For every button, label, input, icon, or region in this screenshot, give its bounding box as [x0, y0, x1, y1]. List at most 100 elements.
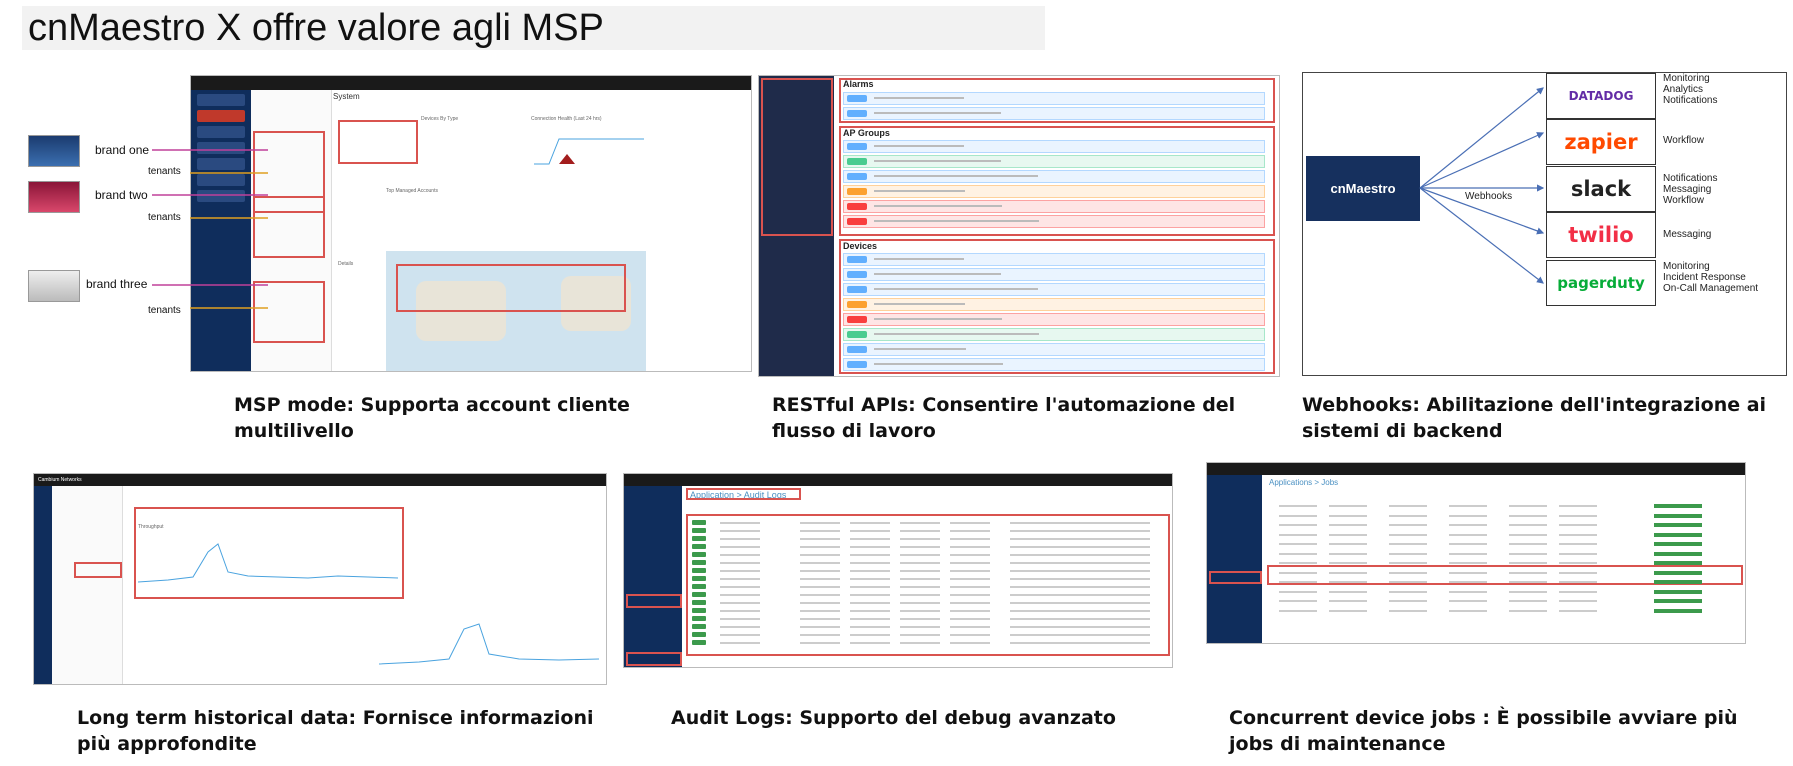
audit-log-row[interactable] [690, 560, 1166, 566]
audit-cell [1010, 586, 1150, 588]
audit-log-row[interactable] [690, 640, 1166, 646]
job-row[interactable] [1269, 541, 1739, 548]
job-cell [1559, 590, 1597, 593]
job-row[interactable] [1269, 598, 1739, 605]
job-row[interactable] [1269, 589, 1739, 596]
api-endpoint-row[interactable] [843, 313, 1265, 326]
job-cell [1559, 505, 1597, 507]
audit-log-row[interactable] [690, 632, 1166, 638]
job-row[interactable] [1269, 570, 1739, 577]
job-cell [1449, 581, 1487, 583]
job-cell [1559, 514, 1597, 517]
caption-concurrent-jobs: Concurrent device jobs : È possibile avv… [1229, 707, 1738, 755]
audit-cell [900, 538, 940, 540]
api-endpoint-row[interactable] [843, 107, 1265, 120]
audit-cell [900, 602, 940, 604]
job-cell [1389, 609, 1427, 612]
audit-cell [1010, 618, 1150, 620]
api-endpoint-path [874, 273, 1001, 275]
audit-cell [720, 546, 760, 548]
api-endpoint-row[interactable] [843, 298, 1265, 311]
api-endpoint-path [874, 160, 1001, 162]
job-cell [1509, 524, 1547, 526]
audit-log-row[interactable] [690, 592, 1166, 598]
job-row[interactable] [1269, 522, 1739, 529]
job-row[interactable] [1269, 532, 1739, 539]
job-row[interactable] [1269, 551, 1739, 558]
slack-desc-1: Notifications [1663, 173, 1718, 184]
jobs-sidebar-highlight [1209, 571, 1262, 584]
audit-log-row[interactable] [690, 544, 1166, 550]
datadog-desc-3: Notifications [1663, 95, 1718, 106]
api-endpoint-row[interactable] [843, 200, 1265, 213]
job-row[interactable] [1269, 560, 1739, 567]
audit-log-row[interactable] [690, 552, 1166, 558]
api-endpoint-row[interactable] [843, 185, 1265, 198]
job-row[interactable] [1269, 513, 1739, 520]
audit-log-row[interactable] [690, 576, 1166, 582]
audit-cell [720, 570, 760, 572]
audit-cell [1010, 610, 1150, 612]
audit-status-badge [692, 552, 706, 557]
api-endpoint-row[interactable] [843, 140, 1265, 153]
job-cell [1329, 514, 1367, 517]
api-endpoint-row[interactable] [843, 343, 1265, 356]
api-endpoint-row[interactable] [843, 155, 1265, 168]
audit-status-badge [692, 632, 706, 637]
api-endpoint-row[interactable] [843, 170, 1265, 183]
audit-log-row[interactable] [690, 600, 1166, 606]
job-cell [1559, 609, 1597, 612]
brand-three-thumbnail [28, 270, 80, 302]
api-endpoint-row[interactable] [843, 358, 1265, 371]
audit-cell [720, 618, 760, 620]
job-cell [1279, 514, 1317, 517]
audit-log-row[interactable] [690, 624, 1166, 630]
audit-cell [720, 530, 760, 532]
job-progress-bar [1654, 561, 1702, 565]
audit-log-row[interactable] [690, 608, 1166, 614]
job-row[interactable] [1269, 503, 1739, 510]
job-cell [1449, 590, 1487, 593]
caption-restful-apis: RESTful APIs: Consentire l'automazione d… [772, 394, 1236, 442]
job-cell [1279, 533, 1317, 536]
job-cell [1449, 543, 1487, 545]
audit-log-row[interactable] [690, 616, 1166, 622]
audit-log-row[interactable] [690, 584, 1166, 590]
api-endpoint-row[interactable] [843, 268, 1265, 281]
job-cell [1389, 524, 1427, 526]
api-endpoint-row[interactable] [843, 253, 1265, 266]
audit-cell [900, 626, 940, 628]
audit-cell [850, 538, 890, 540]
pagerduty-icon: pagerduty [1557, 274, 1645, 292]
audit-cell [850, 602, 890, 604]
api-endpoint-row[interactable] [843, 215, 1265, 228]
audit-cell [950, 642, 990, 644]
job-cell [1509, 543, 1547, 545]
api-method-badge [847, 143, 867, 150]
audit-cell [800, 618, 840, 620]
historical-sidebar [34, 486, 52, 684]
job-cell [1329, 590, 1367, 593]
audit-status-badge [692, 576, 706, 581]
audit-log-row[interactable] [690, 536, 1166, 542]
job-cell [1279, 600, 1317, 602]
api-endpoint-row[interactable] [843, 328, 1265, 341]
audit-log-row[interactable] [690, 520, 1166, 526]
api-method-badge [847, 271, 867, 278]
audit-cell [800, 602, 840, 604]
audit-cell [1010, 634, 1150, 636]
audit-cell [850, 570, 890, 572]
audit-status-badge [692, 560, 706, 565]
caption-historical-data: Long term historical data: Fornisce info… [77, 707, 594, 755]
audit-log-row[interactable] [690, 528, 1166, 534]
audit-cell [720, 586, 760, 588]
jobs-table [1269, 503, 1739, 621]
api-method-badge [847, 158, 867, 165]
api-endpoint-row[interactable] [843, 92, 1265, 105]
audit-cell [850, 530, 890, 532]
audit-cell [720, 634, 760, 636]
job-row[interactable] [1269, 579, 1739, 586]
job-row[interactable] [1269, 608, 1739, 615]
audit-log-row[interactable] [690, 568, 1166, 574]
api-endpoint-row[interactable] [843, 283, 1265, 296]
